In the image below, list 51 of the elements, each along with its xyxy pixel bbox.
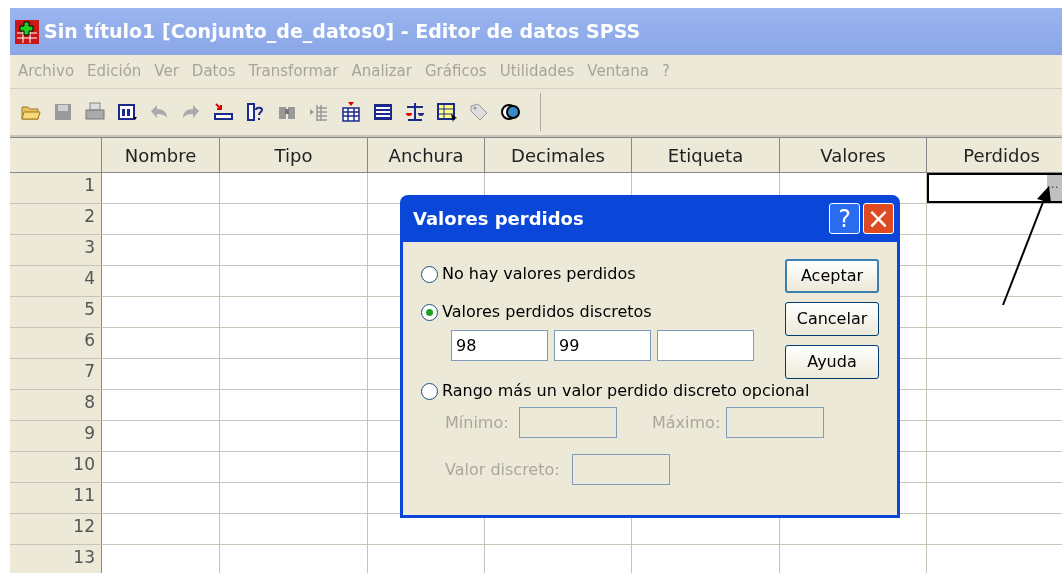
- input-field[interactable]: [657, 330, 754, 361]
- radio-button[interactable]: [421, 265, 438, 283]
- row-header[interactable]: 10: [10, 452, 102, 482]
- circles-icon[interactable]: [500, 101, 522, 123]
- column-header[interactable]: Etiqueta: [632, 138, 780, 172]
- column-header[interactable]: Tipo: [220, 138, 368, 172]
- goto-icon[interactable]: [212, 101, 234, 123]
- row-header[interactable]: 3: [10, 235, 102, 265]
- row-header[interactable]: 8: [10, 390, 102, 420]
- option-label: Valores perdidos discretos: [442, 301, 652, 323]
- close-button[interactable]: ×: [863, 203, 894, 234]
- dialog-button[interactable]: Cancelar: [785, 302, 879, 336]
- scale-icon[interactable]: [404, 101, 426, 123]
- row-header[interactable]: 5: [10, 297, 102, 327]
- app-icon: [14, 18, 40, 45]
- option-label: Rango más un valor perdido discreto opcional: [442, 380, 810, 402]
- printer-icon[interactable]: [84, 101, 106, 123]
- variable-help-icon[interactable]: [244, 101, 266, 123]
- column-header[interactable]: Decimales: [485, 138, 632, 172]
- row-header[interactable]: 2: [10, 204, 102, 234]
- row-header[interactable]: 12: [10, 514, 102, 544]
- dialog-button[interactable]: Ayuda: [785, 345, 879, 379]
- radio-button[interactable]: [421, 303, 438, 321]
- row-header[interactable]: 7: [10, 359, 102, 389]
- grid-icon[interactable]: [116, 101, 138, 123]
- help-button[interactable]: ?: [829, 203, 860, 234]
- row-header[interactable]: 9: [10, 421, 102, 451]
- field-label: Valor discreto:: [445, 458, 561, 481]
- row-header[interactable]: 11: [10, 483, 102, 513]
- option-label: No hay valores perdidos: [442, 263, 636, 285]
- dialog-button[interactable]: Aceptar: [785, 259, 879, 293]
- column-header[interactable]: Perdidos: [927, 138, 1062, 172]
- row-header[interactable]: 4: [10, 266, 102, 296]
- window-title: Sin título1 [Conjunto_de_datos0] - Editor de datos SPSS: [44, 19, 641, 45]
- row-header[interactable]: 1: [10, 173, 102, 203]
- column-header[interactable]: Valores: [780, 138, 927, 172]
- insert-column-icon[interactable]: [340, 101, 362, 123]
- column-header[interactable]: Anchura: [368, 138, 485, 172]
- table-icon[interactable]: [372, 101, 394, 123]
- table-cell[interactable]: ...: [927, 173, 1062, 203]
- row-header[interactable]: 13: [10, 545, 102, 573]
- field-label: Mínimo:: [445, 411, 510, 434]
- table-cursor-icon[interactable]: [436, 101, 458, 123]
- input-field[interactable]: 99: [554, 330, 651, 361]
- field-label: Máximo:: [652, 411, 722, 434]
- tag-icon[interactable]: [468, 101, 490, 123]
- row-header[interactable]: 6: [10, 328, 102, 358]
- column-header[interactable]: Nombre: [102, 138, 220, 172]
- radio-button[interactable]: [421, 382, 438, 400]
- input-field[interactable]: 98: [451, 330, 548, 361]
- dialog-title: Valores perdidos: [413, 207, 584, 231]
